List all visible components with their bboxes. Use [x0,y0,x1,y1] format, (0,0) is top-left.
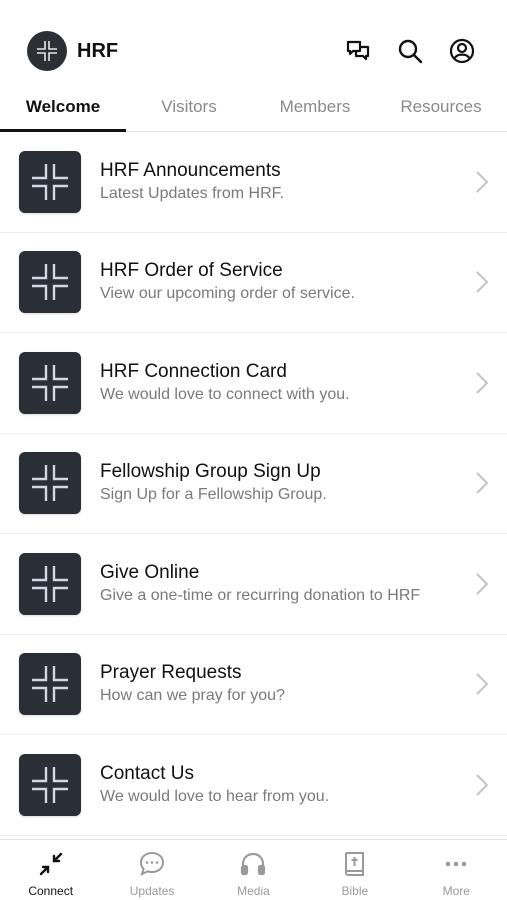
list-item-title: Give Online [100,561,200,583]
list-item-fellowship-signup[interactable]: Fellowship Group Sign Up Sign Up for a F… [0,434,507,534]
welcome-list: HRF Announcements Latest Updates from HR… [0,132,507,836]
chevron-right-icon [476,372,489,394]
account-icon[interactable] [447,36,477,66]
chevron-right-icon [476,573,489,595]
list-item-prayer-requests[interactable]: Prayer Requests How can we pray for you? [0,635,507,735]
list-item-title: HRF Announcements [100,159,281,181]
list-item-subtitle: How can we pray for you? [100,687,285,705]
chat-bubble-icon [137,849,167,879]
list-item-text: Prayer Requests How can we pray for you? [100,661,285,707]
chat-icon[interactable] [343,36,373,66]
list-item-subtitle: Latest Updates from HRF. [100,184,285,202]
list-item-title: HRF Order of Service [100,260,283,282]
headphones-icon [238,849,268,879]
cross-logo-icon [19,653,81,716]
list-item-text: HRF Announcements Latest Updates from HR… [100,159,284,205]
list-item-connection-card[interactable]: HRF Connection Card We would love to con… [0,333,507,434]
nav-label: More [442,884,470,898]
tab-bar: Welcome Visitors Members Resources [0,90,507,132]
list-item-subtitle: We would love to hear from you. [100,787,330,805]
list-item-text: HRF Connection Card We would love to con… [100,360,350,406]
cross-logo-icon [19,150,81,213]
list-item-subtitle: Sign Up for a Fellowship Group. [100,486,327,504]
nav-label: Connect [28,884,74,898]
app-header: HRF [0,0,507,90]
list-item-title: HRF Connection Card [100,360,287,382]
church-logo-icon [27,31,67,71]
nav-bible[interactable]: Bible [304,840,405,900]
cross-logo-icon [19,753,81,816]
chevron-right-icon [476,673,489,695]
app-title: HRF [77,39,119,62]
tab-resources[interactable]: Resources [378,90,504,131]
list-item-text: Contact Us We would love to hear from yo… [100,762,329,808]
chevron-right-icon [476,774,489,796]
chevron-right-icon [476,271,489,293]
tab-visitors[interactable]: Visitors [126,90,252,131]
chevron-right-icon [476,472,489,494]
list-item-text: Give Online Give a one-time or recurring… [100,561,420,607]
list-item-title: Contact Us [100,762,194,784]
nav-updates[interactable]: Updates [101,840,202,900]
cross-logo-icon [19,552,81,615]
list-item-title: Prayer Requests [100,662,242,684]
nav-label: Updates [129,884,175,898]
list-item-title: Fellowship Group Sign Up [100,461,321,483]
tab-welcome[interactable]: Welcome [0,90,126,132]
list-item-subtitle: Give a one-time or recurring donation to… [100,586,421,604]
cross-logo-icon [19,452,81,515]
bible-icon [340,849,370,879]
list-item-text: HRF Order of Service View our upcoming o… [100,259,355,305]
list-item-order-of-service[interactable]: HRF Order of Service View our upcoming o… [0,233,507,333]
search-icon[interactable] [395,36,425,66]
list-item-text: Fellowship Group Sign Up Sign Up for a F… [100,460,327,506]
app-screen: HRF Welcome Visitors Members Resources H… [0,0,507,900]
nav-label: Media [237,884,270,898]
list-item-give-online[interactable]: Give Online Give a one-time or recurring… [0,534,507,635]
list-item-announcements[interactable]: HRF Announcements Latest Updates from HR… [0,132,507,233]
list-item-contact-us[interactable]: Contact Us We would love to hear from yo… [0,735,507,836]
nav-label: Bible [341,884,369,898]
connect-arrows-icon [36,849,66,879]
nav-more[interactable]: More [406,840,507,900]
list-item-subtitle: We would love to connect with you. [100,385,350,403]
cross-logo-icon [19,351,81,414]
more-dots-icon [441,849,471,879]
cross-logo-icon [19,251,81,314]
tab-members[interactable]: Members [252,90,378,131]
nav-connect[interactable]: Connect [0,840,101,900]
bottom-nav: Connect Updates Media Bible More [0,839,507,900]
brand[interactable]: HRF [27,31,118,71]
header-actions [343,36,477,66]
chevron-right-icon [476,171,489,193]
list-item-subtitle: View our upcoming order of service. [100,285,355,303]
nav-media[interactable]: Media [203,840,304,900]
